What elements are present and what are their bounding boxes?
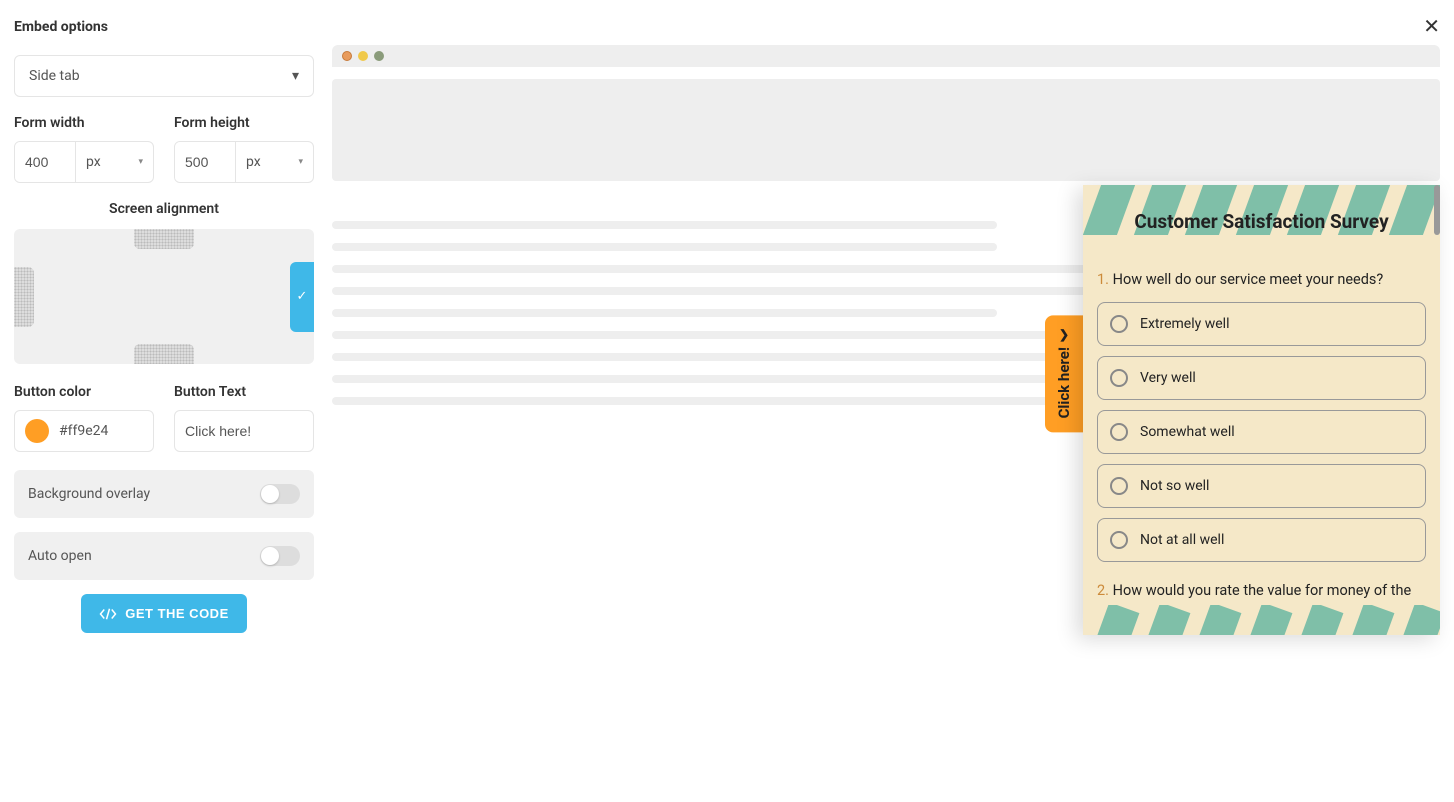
chevron-right-icon: ❯ (1059, 327, 1069, 341)
form-width-label: Form width (14, 115, 154, 131)
alignment-picker: ✓ (14, 229, 314, 364)
skeleton-line (332, 221, 997, 229)
decoration-stripes (1083, 605, 1440, 635)
option-label: Very well (1140, 370, 1196, 386)
alignment-right[interactable]: ✓ (290, 262, 314, 332)
option-label: Extremely well (1140, 316, 1229, 332)
window-dot-icon (374, 51, 384, 61)
page-title: Embed options (14, 19, 108, 35)
background-overlay-toggle[interactable] (260, 484, 300, 504)
embed-type-select[interactable]: Side tab ▾ (14, 55, 314, 97)
color-swatch (25, 419, 49, 443)
form-height-unit: px (246, 154, 261, 170)
background-overlay-label: Background overlay (28, 486, 150, 502)
embed-type-value: Side tab (29, 68, 80, 84)
chevron-down-icon: ▾ (138, 157, 143, 167)
close-button[interactable]: ✕ (1423, 14, 1440, 39)
alignment-label: Screen alignment (14, 201, 314, 217)
question-number: 1. (1097, 271, 1109, 288)
get-code-button[interactable]: GET THE CODE (81, 594, 247, 633)
button-color-input[interactable]: #ff9e24 (14, 410, 154, 452)
survey-option[interactable]: Not at all well (1097, 518, 1426, 562)
question-text: How would you rate the value for money o… (1113, 582, 1412, 599)
window-dot-icon (358, 51, 368, 61)
form-height-label: Form height (174, 115, 314, 131)
browser-chrome (332, 45, 1440, 67)
radio-icon (1110, 315, 1128, 333)
alignment-top[interactable] (134, 229, 194, 249)
alignment-left[interactable] (14, 267, 34, 327)
option-label: Somewhat well (1140, 424, 1235, 440)
survey-option[interactable]: Somewhat well (1097, 410, 1426, 454)
button-text-input[interactable] (174, 410, 314, 452)
question-text: How well do our service meet your needs? (1113, 271, 1384, 288)
skeleton-line (332, 309, 997, 317)
skeleton-line (332, 243, 997, 251)
survey-popup: Customer Satisfaction Survey 1. How well… (1083, 185, 1440, 635)
question-number: 2. (1097, 582, 1109, 599)
chevron-down-icon: ▾ (292, 68, 299, 84)
option-label: Not so well (1140, 478, 1209, 494)
auto-open-label: Auto open (28, 548, 92, 564)
window-dot-icon (342, 51, 352, 61)
option-label: Not at all well (1140, 532, 1224, 548)
form-width-unit: px (86, 154, 101, 170)
options-sidebar: Side tab ▾ Form width px ▾ Form height (14, 45, 314, 633)
radio-icon (1110, 369, 1128, 387)
chevron-down-icon: ▾ (298, 157, 303, 167)
survey-title: Customer Satisfaction Survey (1097, 210, 1426, 233)
radio-icon (1110, 423, 1128, 441)
radio-icon (1110, 477, 1128, 495)
survey-option[interactable]: Very well (1097, 356, 1426, 400)
form-width-unit-select[interactable]: px ▾ (75, 142, 153, 182)
survey-option[interactable]: Extremely well (1097, 302, 1426, 346)
preview-pane: Click here! ❯ Customer Satisfaction Surv… (332, 45, 1440, 633)
alignment-bottom[interactable] (134, 344, 194, 364)
form-width-input[interactable] (15, 142, 75, 182)
survey-option[interactable]: Not so well (1097, 464, 1426, 508)
radio-icon (1110, 531, 1128, 549)
auto-open-toggle[interactable] (260, 546, 300, 566)
survey-question-2: 2. How would you rate the value for mone… (1097, 582, 1426, 599)
button-color-label: Button color (14, 384, 154, 400)
survey-question-1: 1. How well do our service meet your nee… (1097, 271, 1426, 288)
form-height-input[interactable] (175, 142, 235, 182)
side-tab-button[interactable]: Click here! ❯ (1045, 315, 1083, 432)
form-height-unit-select[interactable]: px ▾ (235, 142, 313, 182)
skeleton-block (332, 79, 1440, 181)
side-tab-label: Click here! (1055, 347, 1073, 418)
get-code-label: GET THE CODE (125, 606, 229, 621)
code-icon (99, 607, 117, 621)
button-color-value: #ff9e24 (59, 423, 108, 439)
button-text-label: Button Text (174, 384, 314, 400)
